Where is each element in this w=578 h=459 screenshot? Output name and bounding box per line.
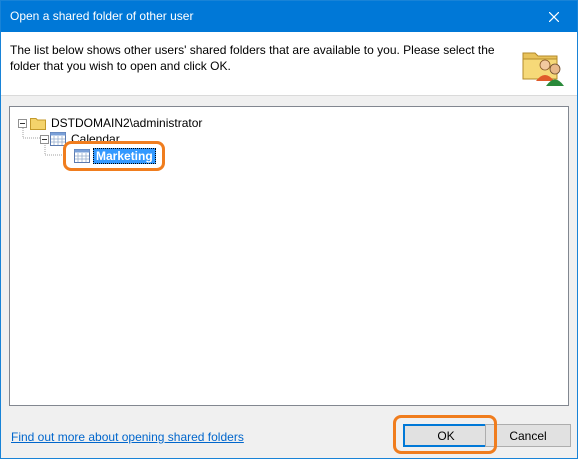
instruction-text: The list below shows other users' shared… (10, 43, 495, 73)
tree-node-marketing[interactable]: Marketing (74, 148, 156, 164)
dialog-header: The list below shows other users' shared… (1, 32, 577, 96)
window-title: Open a shared folder of other user (10, 9, 194, 23)
tree-node-label: Calendar (71, 132, 120, 146)
help-link[interactable]: Find out more about opening shared folde… (11, 430, 244, 444)
tree-node-label-selected: Marketing (93, 148, 156, 164)
tree-node-calendar[interactable]: Calendar (40, 131, 122, 147)
collapse-toggle-icon[interactable] (18, 118, 27, 128)
cancel-button[interactable]: Cancel (485, 424, 571, 447)
close-icon (549, 11, 559, 22)
calendar-icon (74, 149, 90, 163)
collapse-toggle-icon[interactable] (40, 134, 49, 144)
close-button[interactable] (531, 1, 577, 32)
tree-node-label: DSTDOMAIN2\administrator (51, 116, 203, 130)
tree-node-root[interactable]: DSTDOMAIN2\administrator (18, 115, 204, 131)
shared-folder-users-icon (522, 52, 564, 86)
calendar-icon (50, 132, 66, 146)
folder-icon (30, 117, 46, 130)
title-bar[interactable]: Open a shared folder of other user (1, 1, 577, 32)
dialog-window: Open a shared folder of other user The l… (0, 0, 578, 459)
shared-folder-tree[interactable]: DSTDOMAIN2\administrator Calendar Market… (9, 106, 569, 406)
ok-button[interactable]: OK (403, 424, 489, 447)
